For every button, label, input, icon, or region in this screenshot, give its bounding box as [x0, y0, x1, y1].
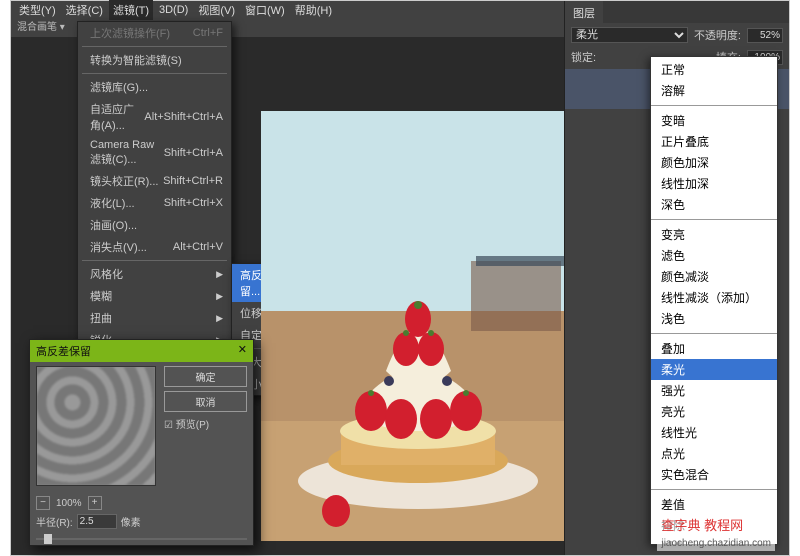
menu-separator	[82, 260, 227, 261]
preview-thumbnail[interactable]	[36, 366, 156, 486]
ok-button[interactable]: 确定	[164, 366, 247, 387]
blend-lineardodge[interactable]: 线性减淡（添加）	[651, 287, 777, 308]
blend-multiply[interactable]: 正片叠底	[651, 131, 777, 152]
menu-window[interactable]: 窗口(W)	[241, 0, 289, 20]
blend-dissolve[interactable]: 溶解	[651, 80, 777, 101]
menu-item-liquify[interactable]: 液化(L)...Shift+Ctrl+X	[78, 192, 231, 214]
tab-layers[interactable]: 图层	[565, 1, 603, 23]
dialog-titlebar[interactable]: 高反差保留 ✕	[30, 340, 253, 362]
menu-item-stylize[interactable]: 风格化▶	[78, 263, 231, 285]
menu-3d[interactable]: 3D(D)	[155, 2, 192, 18]
blend-hardmix[interactable]: 实色混合	[651, 464, 777, 485]
watermark: 查字典 教程网 jiaocheng.chazidian.com	[657, 513, 775, 551]
opacity-value[interactable]: 52%	[747, 28, 783, 43]
blend-lighten[interactable]: 变亮	[651, 224, 777, 245]
lock-label: 锁定:	[571, 49, 596, 65]
chevron-right-icon: ▶	[216, 269, 223, 280]
radius-unit: 像素	[121, 514, 141, 529]
preview-checkbox[interactable]: ☑ 预览(P)	[164, 416, 247, 431]
high-pass-dialog: 高反差保留 ✕ 确定 取消 ☑ 预览(P) − 100% + 半径(R): 像素	[29, 339, 254, 546]
opacity-label: 不透明度:	[694, 27, 741, 43]
blend-mode-select[interactable]: 柔光	[571, 27, 688, 43]
menu-separator	[82, 73, 227, 74]
blend-darken[interactable]: 变暗	[651, 110, 777, 131]
menu-item-adaptive[interactable]: 自适应广角(A)...Alt+Shift+Ctrl+A	[78, 98, 231, 136]
blend-colorburn[interactable]: 颜色加深	[651, 152, 777, 173]
menu-item-gallery[interactable]: 滤镜库(G)...	[78, 76, 231, 98]
radius-input[interactable]	[77, 514, 117, 529]
menu-item-last-filter: 上次滤镜操作(F) Ctrl+F	[78, 22, 231, 44]
zoom-in-button[interactable]: +	[88, 496, 102, 510]
blend-separator	[651, 105, 777, 106]
menu-item-distort[interactable]: 扭曲▶	[78, 307, 231, 329]
blend-normal[interactable]: 正常	[651, 59, 777, 80]
blend-colordodge[interactable]: 颜色减淡	[651, 266, 777, 287]
menu-help[interactable]: 帮助(H)	[291, 0, 336, 20]
blend-separator	[651, 219, 777, 220]
chevron-right-icon: ▶	[216, 291, 223, 302]
menu-separator	[82, 46, 227, 47]
blend-vividlight[interactable]: 亮光	[651, 401, 777, 422]
zoom-out-button[interactable]: −	[36, 496, 50, 510]
menu-item-blur[interactable]: 模糊▶	[78, 285, 231, 307]
photoshop-ui: 类型(Y) 选择(C) 滤镜(T) 3D(D) 视图(V) 窗口(W) 帮助(H…	[11, 1, 789, 555]
menu-item-oil[interactable]: 油画(O)...	[78, 214, 231, 236]
blend-separator	[651, 333, 777, 334]
blend-screen[interactable]: 滤色	[651, 245, 777, 266]
blend-lighter[interactable]: 浅色	[651, 308, 777, 329]
blend-overlay[interactable]: 叠加	[651, 338, 777, 359]
blend-difference[interactable]: 差值	[651, 494, 777, 515]
menu-item-camera-raw[interactable]: Camera Raw 滤镜(C)...Shift+Ctrl+A	[78, 136, 231, 170]
menu-item-smart-filter[interactable]: 转换为智能滤镜(S)	[78, 49, 231, 71]
blend-linearlight[interactable]: 线性光	[651, 422, 777, 443]
blend-hardlight[interactable]: 强光	[651, 380, 777, 401]
radius-label: 半径(R):	[36, 514, 73, 529]
blend-separator	[651, 489, 777, 490]
slider-thumb[interactable]	[44, 534, 52, 544]
document-image	[261, 111, 576, 541]
blend-pinlight[interactable]: 点光	[651, 443, 777, 464]
panel-tabs: 图层	[565, 1, 789, 23]
zoom-value: 100%	[56, 498, 82, 509]
menu-select[interactable]: 选择(C)	[62, 0, 107, 20]
menu-filter[interactable]: 滤镜(T)	[109, 0, 153, 20]
blend-mode-popup: 正常 溶解 变暗 正片叠底 颜色加深 线性加深 深色 变亮 滤色 颜色减淡 线性…	[650, 56, 778, 545]
menu-view[interactable]: 视图(V)	[194, 0, 239, 20]
blend-linearburn[interactable]: 线性加深	[651, 173, 777, 194]
chevron-right-icon: ▶	[216, 313, 223, 324]
cancel-button[interactable]: 取消	[164, 391, 247, 412]
menu-item-vanishing[interactable]: 消失点(V)...Alt+Ctrl+V	[78, 236, 231, 258]
radius-slider[interactable]	[36, 533, 247, 545]
blend-darker[interactable]: 深色	[651, 194, 777, 215]
blend-softlight[interactable]: 柔光	[651, 359, 777, 380]
close-icon[interactable]: ✕	[238, 343, 247, 359]
canvas[interactable]	[261, 111, 576, 541]
menu-type[interactable]: 类型(Y)	[15, 0, 60, 20]
dialog-title: 高反差保留	[36, 343, 91, 359]
menu-item-lens[interactable]: 镜头校正(R)...Shift+Ctrl+R	[78, 170, 231, 192]
kind-dropdown[interactable]: 混合画笔 ▾	[17, 22, 65, 33]
